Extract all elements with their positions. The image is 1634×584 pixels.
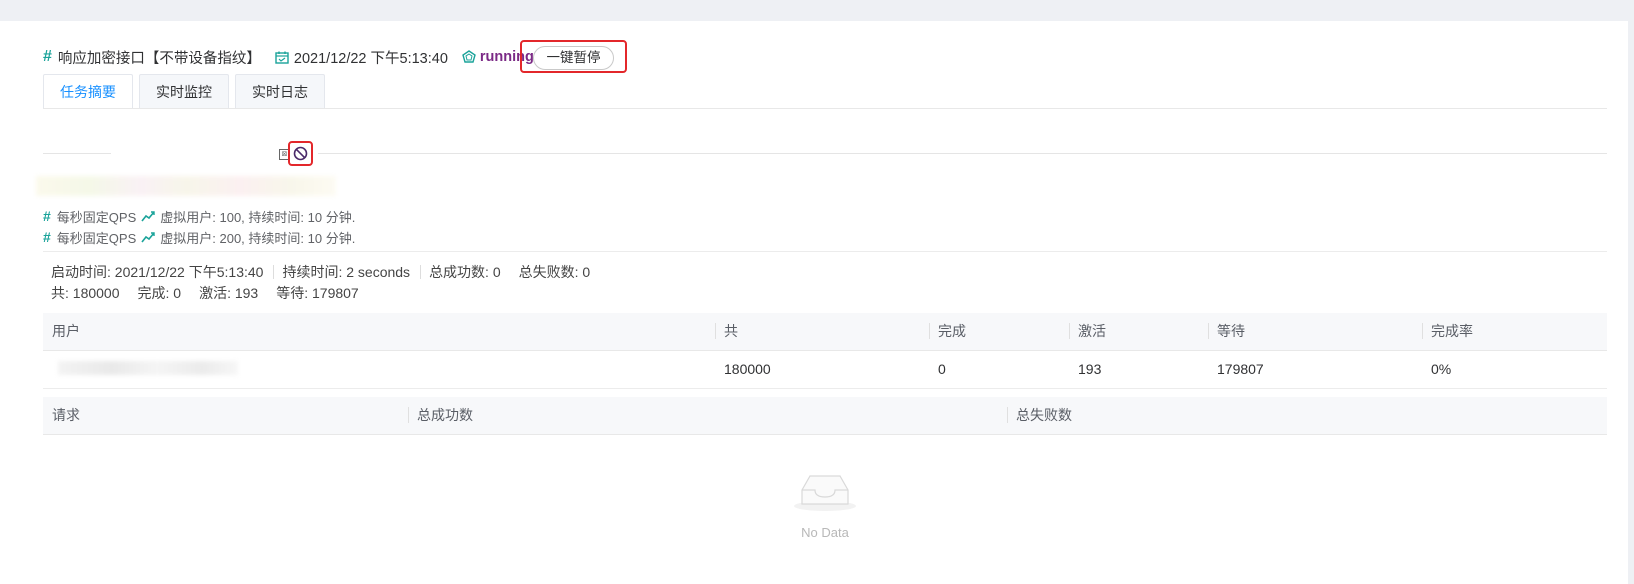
load-type: 每秒固定QPS xyxy=(56,209,137,225)
col-success: 总成功数 xyxy=(408,397,1007,435)
table-row: 180000 0 193 179807 0% xyxy=(43,350,1607,389)
task-title: 响应加密接口【不带设备指纹】 xyxy=(57,50,261,67)
pause-highlight: 一键暂停 xyxy=(520,40,627,73)
users-table: 用户 共 完成 激活 等待 完成率 180000 0 193 179807 0% xyxy=(43,313,1607,389)
hash-icon: # xyxy=(43,48,52,65)
table-header-row: 请求 总成功数 总失败数 xyxy=(43,397,1607,435)
block-icon-highlight[interactable] xyxy=(288,141,313,166)
col-done: 完成 xyxy=(929,313,1069,351)
col-user: 用户 xyxy=(43,313,715,351)
load-detail: 虚拟用户: 100, 持续时间: 10 分钟. xyxy=(160,209,356,225)
total-success: 总成功数: 0 xyxy=(429,264,501,280)
col-active: 激活 xyxy=(1069,313,1208,351)
waiting-count: 等待: 179807 xyxy=(276,285,359,301)
total-fail: 总失败数: 0 xyxy=(518,264,591,280)
col-request: 请求 xyxy=(43,397,408,435)
tab-summary[interactable]: 任务摘要 xyxy=(43,74,133,109)
total-cell: 180000 xyxy=(715,350,929,389)
task-datetime: 2021/12/22 下午5:13:40 xyxy=(293,50,448,67)
load-profile-2: # 每秒固定QPS 虚拟用户: 200, 持续时间: 10 分钟. xyxy=(43,227,355,247)
stat-divider xyxy=(420,265,422,279)
summary-divider xyxy=(43,251,1607,252)
tab-logs[interactable]: 实时日志 xyxy=(235,74,325,109)
waiting-cell: 179807 xyxy=(1208,350,1422,389)
load-type: 每秒固定QPS xyxy=(56,230,137,246)
divider-left xyxy=(43,153,111,154)
divider-right xyxy=(318,153,1607,154)
summary-row-1: 启动时间: 2021/12/22 下午5:13:40 持续时间: 2 secon… xyxy=(51,262,608,282)
done-count: 完成: 0 xyxy=(137,285,182,301)
calendar-icon xyxy=(275,51,289,64)
load-detail: 虚拟用户: 200, 持续时间: 10 分钟. xyxy=(160,230,356,246)
load-profile-1: # 每秒固定QPS 虚拟用户: 100, 持续时间: 10 分钟. xyxy=(43,206,355,226)
done-cell: 0 xyxy=(929,350,1069,389)
col-total: 共 xyxy=(715,313,929,351)
duration: 持续时间: 2 seconds xyxy=(282,264,411,280)
blurred-content xyxy=(36,176,336,196)
col-rate: 完成率 xyxy=(1422,313,1607,351)
stat-divider xyxy=(273,265,275,279)
total-count: 共: 180000 xyxy=(51,285,120,301)
table-header-row: 用户 共 完成 激活 等待 完成率 xyxy=(43,313,1607,351)
trend-icon xyxy=(141,211,155,222)
tab-divider xyxy=(43,108,1607,109)
empty-text: No Data xyxy=(801,525,849,540)
active-count: 激活: 193 xyxy=(199,285,259,301)
block-icon[interactable] xyxy=(293,146,308,161)
pause-all-button[interactable]: 一键暂停 xyxy=(533,46,614,70)
rate-cell: 0% xyxy=(1422,350,1607,389)
col-waiting: 等待 xyxy=(1208,313,1422,351)
trend-icon xyxy=(141,232,155,243)
summary-row-2: 共: 180000 完成: 0 激活: 193 等待: 179807 xyxy=(51,283,377,303)
user-cell xyxy=(43,350,715,389)
hash-icon: # xyxy=(43,229,51,245)
start-time: 启动时间: 2021/12/22 下午5:13:40 xyxy=(51,264,264,280)
col-fail: 总失败数 xyxy=(1007,397,1607,435)
tab-bar: 任务摘要 实时监控 实时日志 xyxy=(43,74,331,109)
inbox-icon xyxy=(794,475,856,511)
active-cell: 193 xyxy=(1069,350,1208,389)
hash-icon: # xyxy=(43,208,51,224)
requests-table: 请求 总成功数 总失败数 xyxy=(43,397,1607,435)
blurred-user xyxy=(58,360,238,375)
tab-monitor[interactable]: 实时监控 xyxy=(139,74,229,109)
task-header: # 响应加密接口【不带设备指纹】 2021/12/22 下午5:13:40 ru… xyxy=(43,36,534,78)
status-icon xyxy=(462,50,476,63)
